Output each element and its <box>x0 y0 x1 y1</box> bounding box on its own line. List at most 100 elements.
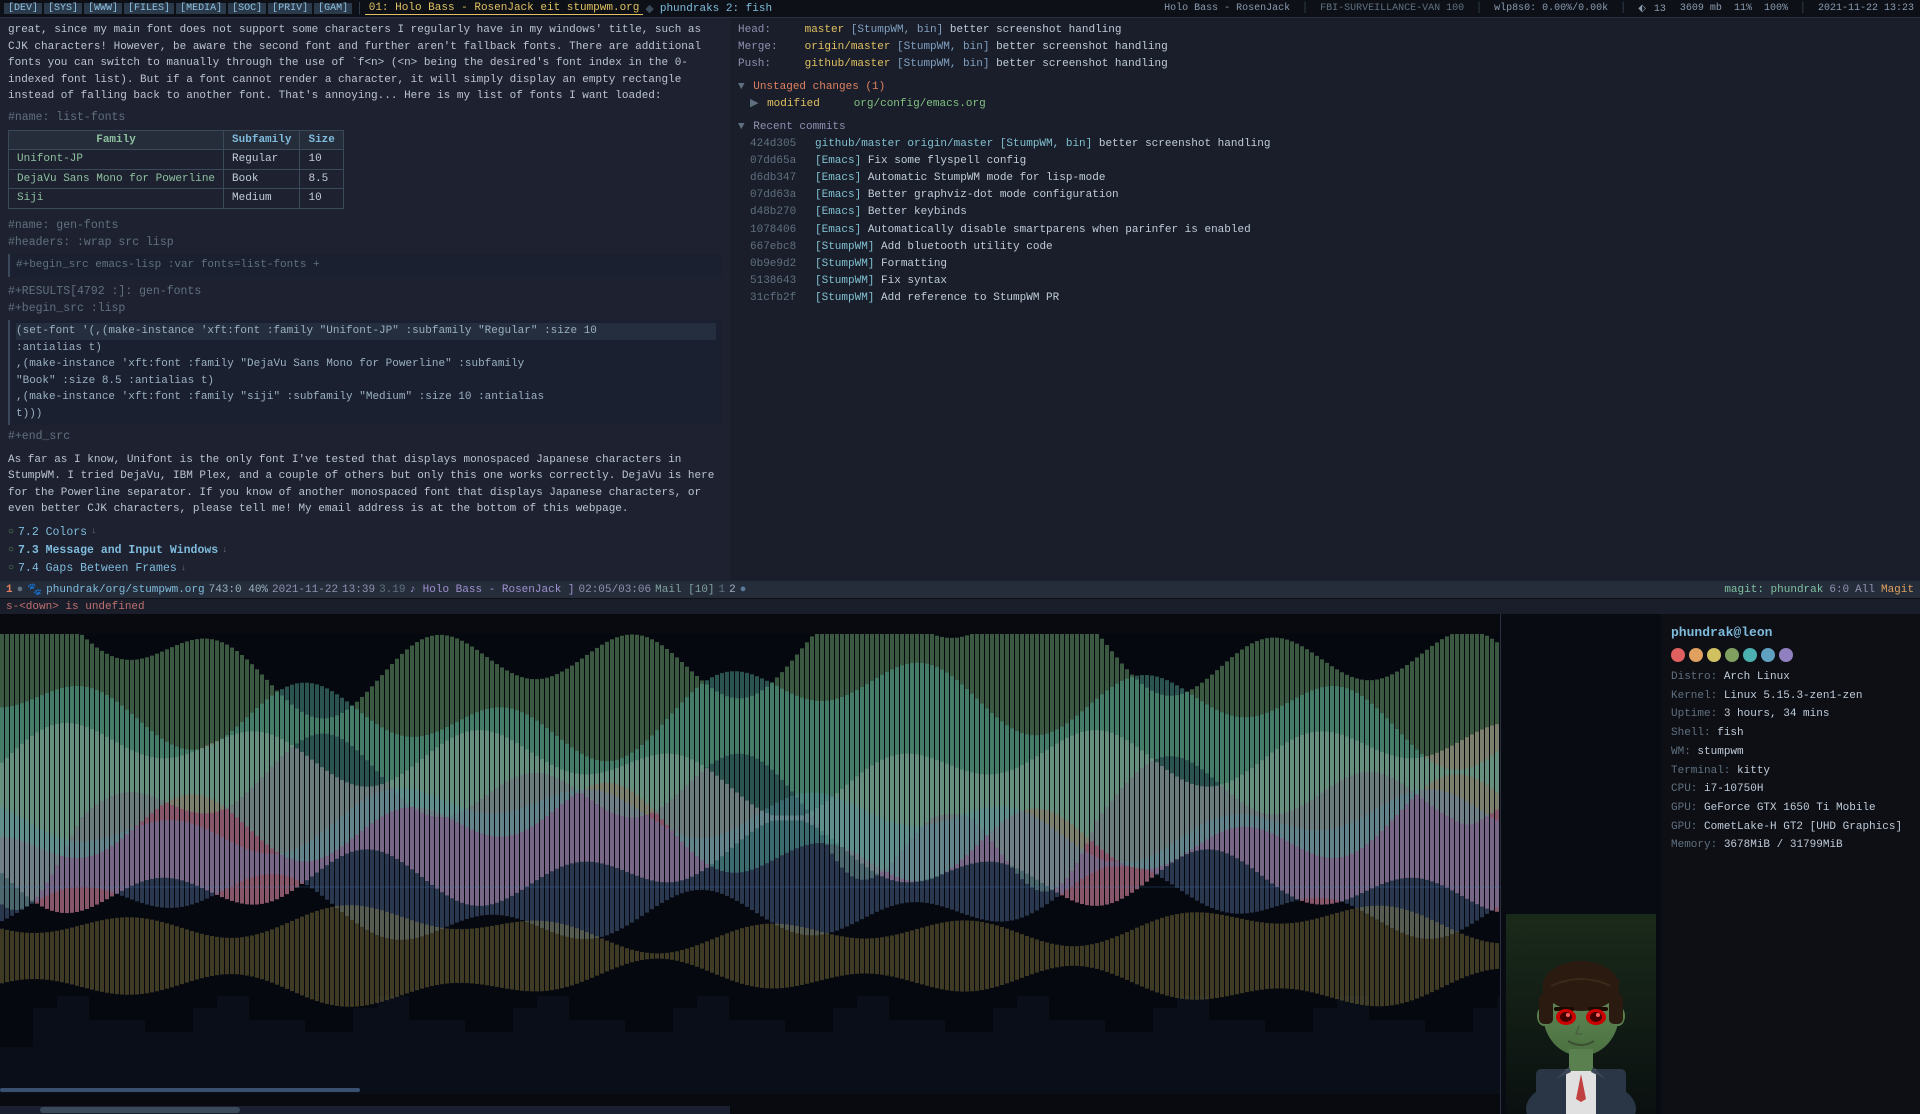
sysinfo-gpu-row: GPU: GeForce GTX 1650 Ti Mobile <box>1671 799 1910 818</box>
window-title-1[interactable]: 01: Holo Bass - RosenJack eit stumpwm.or… <box>365 2 644 15</box>
h-scrollbar[interactable] <box>0 1106 730 1114</box>
status-music: ♪ Holo Bass - RosenJack ] <box>409 584 574 596</box>
commit-hash: 1078406 <box>750 222 815 239</box>
tag-soc[interactable]: [SOC] <box>228 3 266 14</box>
status-all: All <box>1855 584 1875 596</box>
right-tag: FBI-SURVEILLANCE-VAN 100 <box>1318 3 1466 14</box>
tag-files[interactable]: [FILES] <box>124 3 174 14</box>
table-cell: 10 <box>300 189 343 209</box>
bullet-utilities: ● <box>8 579 14 580</box>
body-text: As far as I know, Unifont is the only fo… <box>8 452 722 518</box>
left-panel[interactable]: great, since my main font does not suppo… <box>0 18 730 580</box>
col-header-family: Family <box>9 130 224 150</box>
begin-src2: #+begin_src :lisp <box>8 300 722 317</box>
title-message: 7.3 Message and Input Windows <box>18 542 218 559</box>
arrow-colors: ↓ <box>91 525 96 539</box>
fonts-table-content: Family Subfamily Size Unifont-JPRegular1… <box>8 130 344 209</box>
sysinfo-gpu2-row: GPU: CometLake-H GT2 [UHD Graphics] <box>1671 818 1910 837</box>
table-cell: Unifont-JP <box>9 150 224 170</box>
sysinfo-terminal-row: Terminal: kitty <box>1671 762 1910 781</box>
commits-list: 424d305github/master origin/master [Stum… <box>738 136 1912 306</box>
commit-msg: better screenshot handling <box>1099 138 1271 150</box>
name-gen-fonts: #name: gen-fonts <box>8 217 722 234</box>
sysinfo-kernel-label: Kernel: <box>1671 690 1717 702</box>
color-dot <box>1743 648 1757 662</box>
tag-sys[interactable]: [SYS] <box>44 3 82 14</box>
sep2: ◆ <box>643 2 655 16</box>
title-utilities: 8 Utilities <box>18 578 94 580</box>
sysinfo-memory-row: Memory: 3678MiB / 31799MiB <box>1671 836 1910 855</box>
status-buf: 2 <box>729 584 736 596</box>
tag-dev[interactable]: [DEV] <box>4 3 42 14</box>
avatar-svg <box>1506 914 1656 1114</box>
outline-utilities[interactable]: ● 8 Utilities <box>8 578 722 580</box>
commit-hash: 07dd65a <box>750 153 815 170</box>
commit-tag: [Emacs] <box>815 189 868 201</box>
commit-msg: Fix syntax <box>881 275 947 287</box>
commits-expand-icon: ▼ <box>738 121 745 133</box>
head-branch: master <box>805 24 845 36</box>
tag-priv[interactable]: [PRIV] <box>268 3 312 14</box>
commit-row: d48b270[Emacs] Better keybinds <box>738 204 1912 221</box>
commit-tag: [StumpWM] <box>815 292 881 304</box>
status-time: 13:39 <box>342 584 375 596</box>
fonts-table: Family Subfamily Size Unifont-JPRegular1… <box>8 130 722 209</box>
unstaged-header: Unstaged changes (1) <box>753 81 885 93</box>
head-label: Head: <box>738 22 798 39</box>
outline-gaps[interactable]: ○ 7.4 Gaps Between Frames ↓ <box>8 560 722 577</box>
status-clock: 02:05/03:06 <box>579 584 652 596</box>
status-magit-label: Magit <box>1881 584 1914 596</box>
color-dot <box>1671 648 1685 662</box>
sep3: │ <box>1300 3 1310 14</box>
commit-tag: [Emacs] <box>815 224 868 236</box>
table-cell: Book <box>224 169 300 189</box>
echo-area: s-<down> is undefined <box>0 598 1920 614</box>
sysinfo-kernel: Linux 5.15.3-zen1-zen <box>1724 690 1863 702</box>
arrow-gaps: ↓ <box>181 562 186 576</box>
sysinfo-distro: Arch Linux <box>1724 671 1790 683</box>
right-panel: Head: master [StumpWM, bin] better scree… <box>730 18 1920 580</box>
commit-tag: [StumpWM] <box>815 241 881 253</box>
color-dots <box>1671 648 1910 662</box>
commit-row: 667ebc8[StumpWM] Add bluetooth utility c… <box>738 239 1912 256</box>
modified-row: ▶ modified org/config/emacs.org <box>738 96 1912 113</box>
window-title-2[interactable]: phundraks 2: fish <box>656 3 776 15</box>
sep1: │ <box>354 3 365 15</box>
bullet-colors: ○ <box>8 525 14 540</box>
push-branch: github/master <box>805 58 891 70</box>
sysinfo-uptime-label: Uptime: <box>1671 708 1717 720</box>
table-cell: Siji <box>9 189 224 209</box>
table-cell: 8.5 <box>300 169 343 189</box>
tag-www[interactable]: [WWW] <box>84 3 122 14</box>
status-indicator: 1 <box>6 584 13 596</box>
table-cell: DejaVu Sans Mono for Powerline <box>9 169 224 189</box>
bullet-gaps: ○ <box>8 561 14 576</box>
table-cell: 10 <box>300 150 343 170</box>
tag-media[interactable]: [MEDIA] <box>176 3 226 14</box>
color-dot <box>1779 648 1793 662</box>
sysinfo-terminal-label: Terminal: <box>1671 765 1730 777</box>
magit-push-row: Push: github/master [StumpWM, bin] bette… <box>738 56 1912 73</box>
commit-hash: 07dd63a <box>750 187 815 204</box>
sysinfo-wm: stumpwm <box>1697 746 1743 758</box>
merge-branch: origin/master <box>805 41 891 53</box>
scrollbar-thumb[interactable] <box>40 1107 240 1113</box>
commit-tag: [Emacs] <box>815 172 868 184</box>
sysinfo-uptime: 3 hours, 34 mins <box>1724 708 1830 720</box>
code-line: ,(make-instance 'xft:font :family "siji"… <box>16 389 716 406</box>
code-line: "Book" :size 8.5 :antialias t) <box>16 373 716 390</box>
tag-gam[interactable]: [GAM] <box>314 3 352 14</box>
outline-message[interactable]: ○ 7.3 Message and Input Windows ↓ <box>8 542 722 559</box>
waveform-area[interactable] <box>0 614 1500 1114</box>
outline-colors[interactable]: ○ 7.2 Colors ↓ <box>8 524 722 541</box>
sysinfo-gpu: GeForce GTX 1650 Ti Mobile <box>1704 802 1876 814</box>
commit-hash: 667ebc8 <box>750 239 815 256</box>
magit-merge-row: Merge: origin/master [StumpWM, bin] bett… <box>738 39 1912 56</box>
main-layout: great, since my main font does not suppo… <box>0 18 1920 580</box>
sysinfo-terminal: kitty <box>1737 765 1770 777</box>
sysinfo-text: phundrak@leon Distro: Arch Linux Kernel:… <box>1661 614 1920 1114</box>
status-dot: ● <box>740 584 747 596</box>
commit-msg: Automatically disable smartparens when p… <box>868 224 1251 236</box>
bottom-section: phundrak@leon Distro: Arch Linux Kernel:… <box>0 614 1920 1114</box>
status-date: 2021-11-22 <box>272 584 338 596</box>
